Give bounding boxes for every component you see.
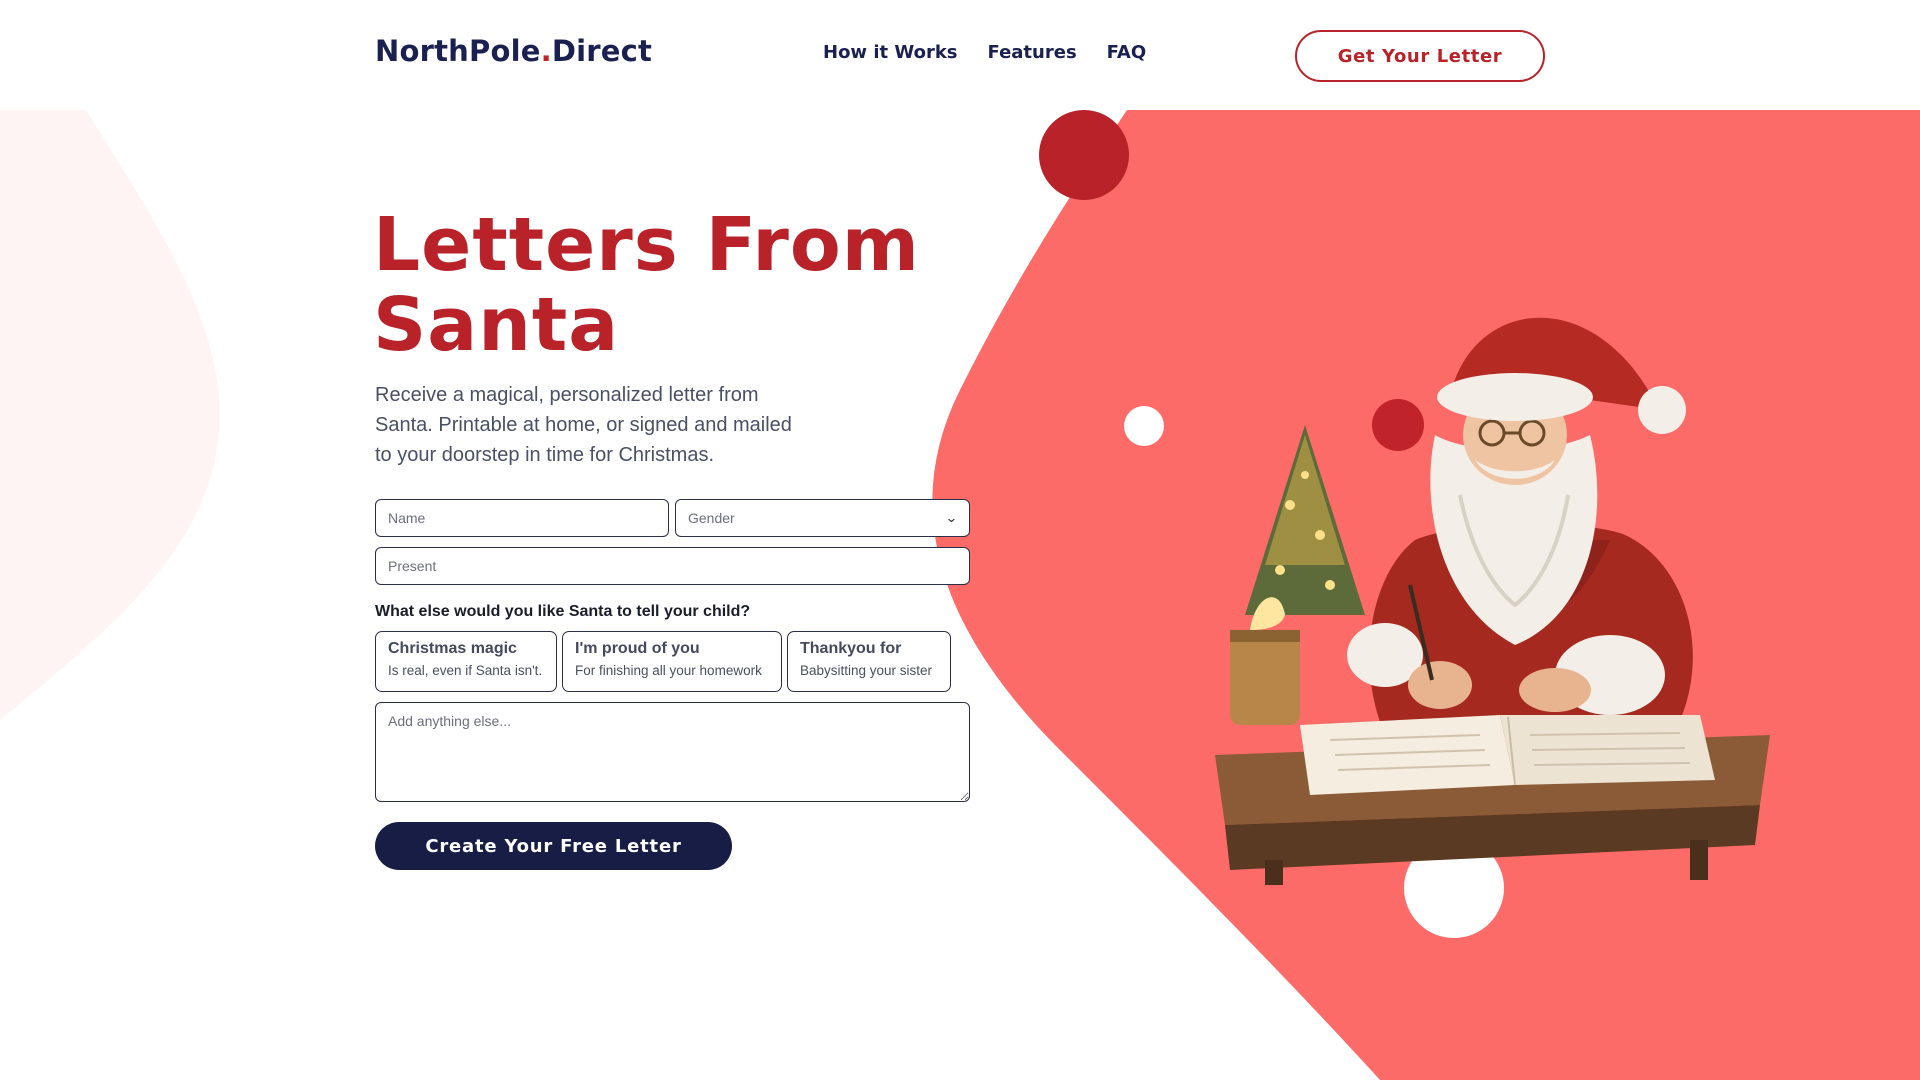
site-header: NorthPole.Direct How it Works Features F…: [0, 0, 1920, 110]
hero-subtitle: Receive a magical, personalized letter f…: [375, 384, 792, 466]
option-subtitle: For finishing all your homework: [575, 663, 762, 678]
option-title: I'm proud of you: [575, 640, 700, 657]
message-question-label: What else would you like Santa to tell y…: [375, 603, 751, 620]
santa-writing-letter-image: [1215, 317, 1770, 885]
brand-dot: .: [540, 34, 552, 68]
christmas-tree-icon: [1245, 425, 1365, 615]
option-proud-of-you[interactable]: I'm proud of you For finishing all your …: [562, 631, 782, 692]
get-your-letter-button[interactable]: Get Your Letter: [1295, 30, 1545, 82]
present-input[interactable]: [375, 547, 970, 585]
page-title: Letters From Santa: [373, 202, 920, 368]
brand-name-part1: NorthPole: [375, 34, 541, 68]
option-christmas-magic[interactable]: Christmas magic Is real, even if Santa i…: [375, 631, 557, 692]
option-title: Christmas magic: [388, 640, 517, 657]
left-background-shape: [0, 110, 220, 720]
nav-how-it-works[interactable]: How it Works: [823, 42, 958, 63]
decor-red-circle-large: [1039, 110, 1129, 200]
option-subtitle: Babysitting your sister: [800, 663, 933, 678]
brand-name-part2: Direct: [551, 34, 653, 68]
gender-select[interactable]: Gender ⌄: [675, 499, 970, 537]
name-input[interactable]: [375, 499, 669, 537]
main-nav: How it Works Features FAQ: [823, 42, 1146, 63]
option-thankyou-for[interactable]: Thankyou for Babysitting your sister: [787, 631, 951, 692]
additional-notes-textarea[interactable]: [375, 702, 970, 802]
create-letter-button[interactable]: Create Your Free Letter: [375, 822, 732, 870]
brand-logo[interactable]: NorthPole.Direct: [375, 34, 652, 68]
gender-select-value: Gender: [688, 510, 735, 526]
chevron-down-icon: ⌄: [945, 510, 959, 525]
decor-white-circle-small: [1124, 406, 1164, 446]
option-title: Thankyou for: [800, 640, 902, 657]
option-subtitle: Is real, even if Santa isn't.: [388, 663, 543, 678]
nav-faq[interactable]: FAQ: [1107, 42, 1146, 63]
nav-features[interactable]: Features: [988, 42, 1077, 63]
